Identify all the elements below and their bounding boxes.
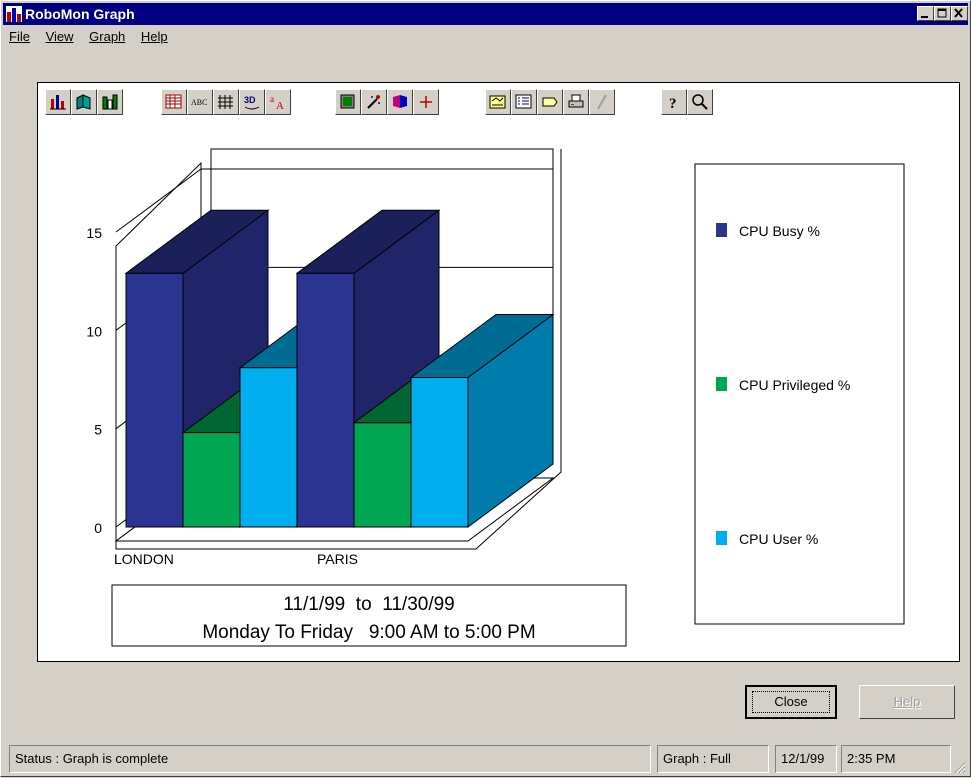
font-icon: aA <box>270 94 284 111</box>
status-time: 2:35 PM <box>841 745 951 773</box>
stacked-bar-button[interactable] <box>97 89 123 115</box>
legend-button[interactable] <box>511 89 537 115</box>
gridlines-button[interactable] <box>213 89 239 115</box>
minimize-button[interactable] <box>917 6 934 21</box>
legend-icon <box>515 94 532 109</box>
resize-grip-icon[interactable] <box>952 760 966 774</box>
menu-help[interactable]: Help <box>135 27 174 47</box>
data-grid-icon <box>165 94 182 109</box>
menu-view[interactable]: View <box>40 27 80 47</box>
svg-text:?: ? <box>669 96 677 111</box>
pen-button[interactable] <box>589 89 615 115</box>
svg-text:a: a <box>270 94 274 104</box>
bar-chart-button[interactable] <box>45 89 71 115</box>
menu-graph[interactable]: Graph <box>83 27 131 47</box>
print-button[interactable] <box>563 89 589 115</box>
print-icon <box>568 94 584 108</box>
title-bar[interactable]: RoboMon Graph <box>3 3 968 25</box>
zoom-icon <box>692 94 708 110</box>
gridlines-icon <box>218 95 233 109</box>
app-icon <box>6 6 22 22</box>
svg-text:ABC: ABC <box>191 98 207 107</box>
zoom-button[interactable] <box>687 89 713 115</box>
data-grid-button[interactable] <box>161 89 187 115</box>
robomon-graph-window: RoboMon Graph File View Graph Help ABC 3… <box>0 0 971 777</box>
help-icon: ? <box>669 96 677 111</box>
close-icon <box>954 8 963 18</box>
palette-button[interactable] <box>387 89 413 115</box>
menu-file-label: File <box>9 29 30 44</box>
crosshair-button[interactable] <box>413 89 439 115</box>
pen-icon <box>597 94 607 110</box>
status-mode: Graph : Full <box>657 745 769 773</box>
font-button[interactable]: aA <box>265 89 291 115</box>
status-date: 12/1/99 <box>775 745 837 773</box>
3d-bar-button[interactable] <box>71 89 97 115</box>
close-window-button[interactable] <box>951 6 968 21</box>
window-title: RoboMon Graph <box>25 6 135 22</box>
svg-text:3D: 3D <box>244 95 256 105</box>
minimize-icon <box>921 16 928 18</box>
chart-title-button[interactable] <box>485 89 511 115</box>
help-tool-button[interactable]: ? <box>661 89 687 115</box>
magic-wand-button[interactable] <box>361 89 387 115</box>
status-bar: Status : Graph is complete Graph : Full … <box>3 743 968 776</box>
menu-file[interactable]: File <box>3 27 36 47</box>
magic-wand-icon <box>367 95 380 109</box>
menu-bar: File View Graph Help <box>3 27 968 47</box>
3d-toggle-icon: 3D <box>244 95 260 110</box>
close-button[interactable]: Close <box>745 685 837 719</box>
label-icon <box>542 97 558 107</box>
status-message: Status : Graph is complete <box>9 745 651 773</box>
maximize-button[interactable] <box>934 6 951 21</box>
palette-icon <box>393 95 407 108</box>
text-abc-icon: ABC <box>191 98 207 107</box>
label-button[interactable] <box>537 89 563 115</box>
close-button-label: Close <box>752 691 830 713</box>
text-abc-button[interactable]: ABC <box>187 89 213 115</box>
color-fill-button[interactable] <box>335 89 361 115</box>
menu-help-label: Help <box>140 29 168 44</box>
3d-toggle-button[interactable]: 3D <box>239 89 265 115</box>
3d-bar-icon <box>76 94 91 110</box>
chart-title-icon <box>489 95 506 109</box>
crosshair-icon <box>420 96 432 108</box>
menu-view-label: View <box>45 29 74 44</box>
svg-text:A: A <box>276 100 284 111</box>
bar-chart-icon <box>50 95 66 110</box>
color-fill-icon <box>340 94 355 109</box>
help-button[interactable]: Help <box>859 685 955 719</box>
menu-graph-label: Graph <box>89 29 126 44</box>
graph-panel <box>37 82 960 662</box>
maximize-icon <box>937 8 947 18</box>
stacked-bar-icon <box>102 94 118 110</box>
help-button-label: Help <box>893 694 921 709</box>
